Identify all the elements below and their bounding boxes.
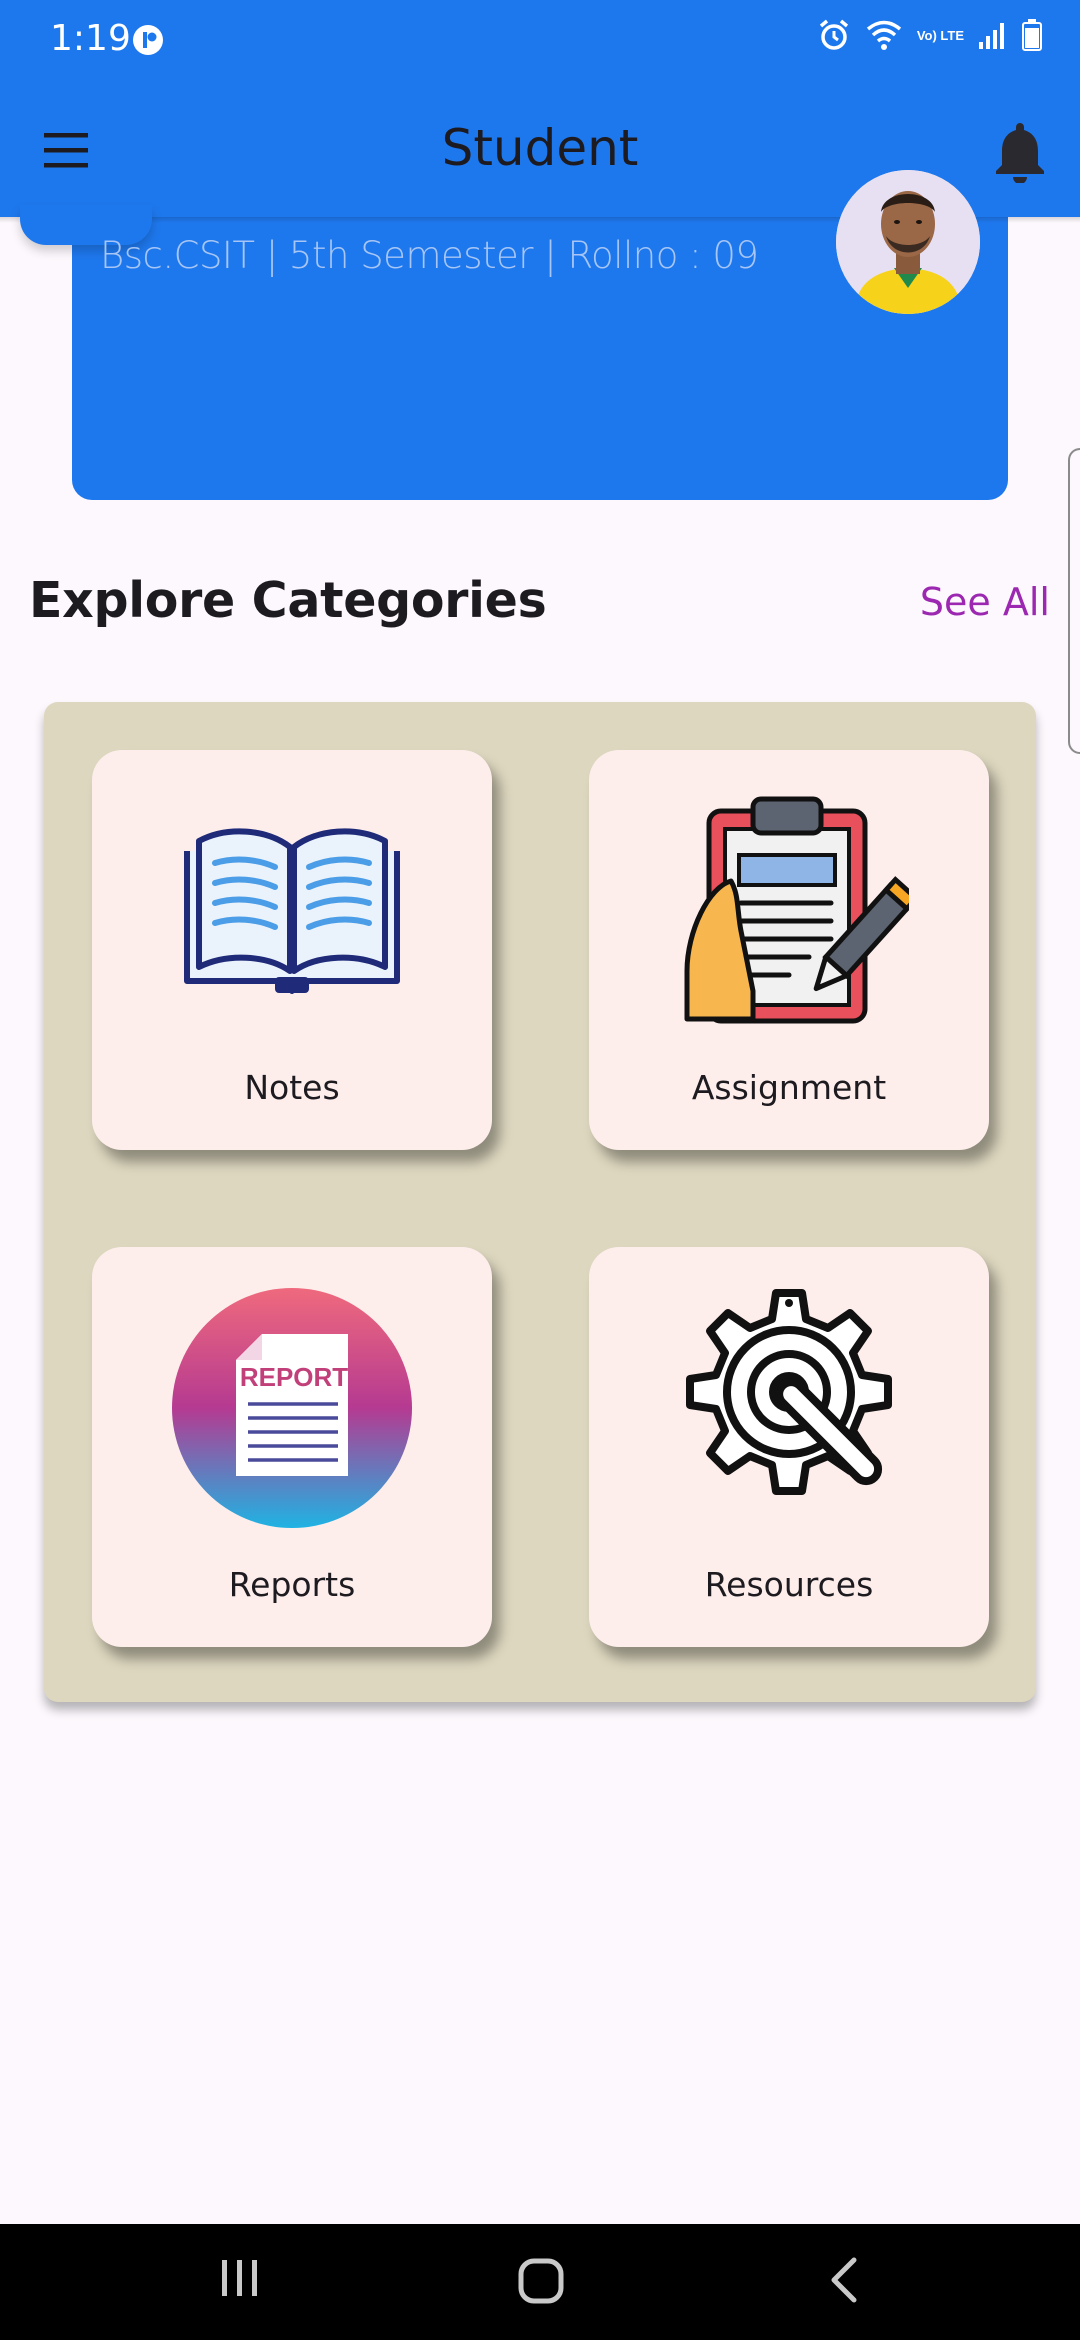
system-nav-bar [0,2224,1080,2340]
see-all-link[interactable]: See All [920,580,1050,624]
bell-icon[interactable] [990,119,1050,184]
report-document-icon: REPORT [92,1283,492,1533]
status-icons: Vo) LTE [817,18,1042,52]
alarm-icon [819,19,848,50]
side-drawer-handle[interactable] [1068,448,1080,754]
recents-icon[interactable] [218,2256,262,2305]
avatar[interactable] [836,170,980,314]
category-label: Notes [244,1068,340,1107]
profile-subtitle: Bsc.CSIT | 5th Semester | Rollno : 09 [100,234,759,277]
home-icon[interactable] [516,2256,566,2311]
volte-icon: Vo) LTE [916,27,964,43]
category-tile-notes[interactable]: Notes [92,750,492,1150]
signal-icon [979,23,1004,49]
categories-panel: Notes Assignment REPORT Reports Resource… [44,702,1036,1702]
page-title: Student [441,119,639,177]
wifi-icon [866,20,901,50]
open-book-icon [92,786,492,1036]
category-label: Resources [704,1565,874,1604]
category-tile-resources[interactable]: Resources [589,1247,989,1647]
svg-text:REPORT: REPORT [240,1362,348,1392]
category-tile-assignment[interactable]: Assignment [589,750,989,1150]
category-label: Assignment [691,1068,887,1107]
clipboard-pencil-icon [589,786,989,1036]
gear-wrench-icon [589,1283,989,1533]
status-time: 1:19 [50,18,131,59]
section-title: Explore Categories [29,572,547,629]
category-tile-reports[interactable]: REPORT Reports [92,1247,492,1647]
app-notification-icon [132,24,164,61]
battery-icon [1022,19,1042,51]
status-bar: 1:19 Vo) LTE [0,0,1080,85]
back-icon[interactable] [826,2256,862,2309]
category-label: Reports [228,1565,356,1604]
